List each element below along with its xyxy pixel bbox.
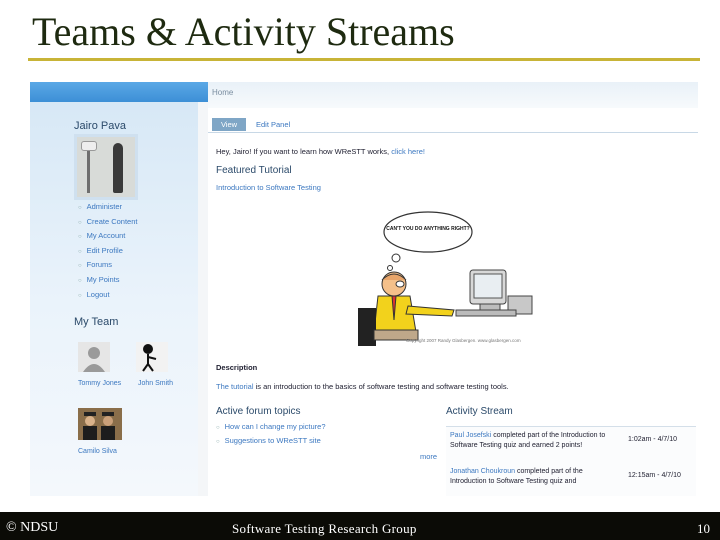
forum-topic-link[interactable]: ○ Suggestions to WReSTT site bbox=[216, 434, 326, 448]
activity-timestamp: 1:02am - 4/7/10 bbox=[628, 436, 678, 443]
team-member-name[interactable]: Tommy Jones bbox=[78, 380, 121, 387]
bullet-icon: ○ bbox=[78, 248, 82, 255]
profile-avatar[interactable] bbox=[74, 134, 138, 200]
bullet-icon: ○ bbox=[78, 205, 82, 211]
bullet-icon: ○ bbox=[216, 438, 220, 445]
forum-topic-label: How can I change my picture? bbox=[224, 422, 326, 431]
welcome-text: Hey, Jairo! If you want to learn how WRe… bbox=[216, 147, 390, 156]
activity-entry: Jonathan Choukroun completed part of the… bbox=[450, 467, 620, 487]
slide-page-number: 10 bbox=[697, 521, 710, 536]
cartoon-image: CAN'T YOU DO ANYTHING RIGHT? bbox=[358, 211, 533, 346]
forum-topics-heading: Active forum topics bbox=[216, 406, 301, 417]
tutorial-link[interactable]: The tutorial bbox=[216, 382, 254, 391]
team-member-name[interactable]: Camilo Silva bbox=[78, 448, 117, 455]
bullet-icon: ○ bbox=[216, 425, 220, 431]
main-content: Home View Edit Panel Hey, Jairo! If you … bbox=[208, 82, 698, 496]
team-member-name[interactable]: John Smith bbox=[138, 380, 173, 387]
activity-entry: Paul Josefski completed part of the Intr… bbox=[450, 431, 620, 451]
profile-user-name: Jairo Pava bbox=[74, 120, 126, 132]
lamp-shape bbox=[81, 141, 97, 193]
person-shape bbox=[113, 143, 123, 193]
description-heading: Description bbox=[216, 363, 258, 372]
more-link[interactable]: more bbox=[420, 452, 437, 461]
stick-figure-icon bbox=[136, 342, 168, 372]
slide-title: Teams & Activity Streams bbox=[32, 9, 455, 54]
team-member-avatar[interactable] bbox=[78, 342, 122, 374]
click-here-link[interactable]: click here! bbox=[391, 147, 425, 156]
menu-item-label: Edit Profile bbox=[86, 245, 123, 255]
activity-timestamp: 12:15am - 4/7/10 bbox=[628, 472, 681, 479]
menu-item-label: Logout bbox=[86, 289, 110, 299]
tab-view[interactable]: View bbox=[212, 118, 246, 131]
description-body: is an introduction to the basics of soft… bbox=[255, 382, 509, 391]
breadcrumb-bar bbox=[208, 82, 698, 108]
menu-item-create-content[interactable]: ○ Create Content bbox=[78, 215, 138, 230]
bullet-icon: ○ bbox=[78, 263, 82, 270]
menu-item-administer[interactable]: ○ Administer bbox=[78, 200, 138, 215]
my-team-heading: My Team bbox=[74, 316, 119, 328]
menu-item-forums[interactable]: ○ Forums bbox=[78, 258, 138, 273]
welcome-message: Hey, Jairo! If you want to learn how WRe… bbox=[216, 147, 425, 156]
team-member-avatar[interactable] bbox=[136, 342, 180, 374]
activity-user-link[interactable]: Paul Josefski bbox=[450, 432, 491, 439]
cartoon-thought-text: CAN'T YOU DO ANYTHING RIGHT? bbox=[386, 226, 469, 232]
tab-edit-panel[interactable]: Edit Panel bbox=[256, 120, 290, 129]
default-user-icon bbox=[78, 342, 110, 372]
menu-item-edit-profile[interactable]: ○ Edit Profile bbox=[78, 244, 138, 259]
footer-group-name: Software Testing Research Group bbox=[232, 521, 417, 536]
slide-footer: © NDSU Software Testing Research Group 1… bbox=[0, 512, 720, 540]
footer-copyright: © NDSU bbox=[6, 520, 59, 535]
title-underline bbox=[28, 58, 700, 61]
bullet-icon: ○ bbox=[78, 234, 82, 241]
bullet-icon: ○ bbox=[78, 292, 82, 299]
forum-topics-list: ○ How can I change my picture? ○ Suggestio… bbox=[216, 420, 326, 447]
tab-divider bbox=[208, 132, 698, 133]
activity-stream: Paul Josefski completed part of the Intr… bbox=[446, 426, 696, 496]
description-text: The tutorial is an introduction to the b… bbox=[216, 382, 509, 391]
forum-topic-link[interactable]: ○ How can I change my picture? bbox=[216, 420, 326, 434]
menu-item-my-account[interactable]: ○ My Account bbox=[78, 229, 138, 244]
team-member-avatar[interactable] bbox=[78, 408, 122, 440]
graduation-photo-icon bbox=[78, 408, 122, 440]
forum-topic-label: Suggestions to WReSTT site bbox=[224, 435, 321, 445]
activity-user-link[interactable]: Jonathan Choukroun bbox=[450, 468, 515, 475]
menu-item-label: Create Content bbox=[86, 216, 138, 226]
menu-item-label: My Account bbox=[86, 231, 126, 241]
breadcrumb[interactable]: Home bbox=[212, 88, 233, 97]
menu-item-my-points[interactable]: ○ My Points bbox=[78, 273, 138, 288]
user-menu: ○ Administer ○ Create Content ○ My Account … bbox=[78, 200, 138, 302]
menu-item-logout[interactable]: ○ Logout bbox=[78, 288, 138, 303]
menu-item-label: Administer bbox=[86, 202, 123, 211]
menu-item-label: My Points bbox=[86, 274, 120, 284]
wrestt-screenshot: Jairo Pava ○ Administer ○ Create Content ○… bbox=[30, 82, 698, 496]
activity-stream-heading: Activity Stream bbox=[446, 406, 513, 417]
featured-tutorial-link[interactable]: Introduction to Software Testing bbox=[216, 183, 321, 192]
featured-tutorial-heading: Featured Tutorial bbox=[216, 165, 292, 176]
bullet-icon: ○ bbox=[78, 277, 82, 284]
cartoon-copyright: Copyright 2007 Randy Glasbergen. www.gla… bbox=[406, 338, 521, 343]
menu-item-label: Forums bbox=[86, 260, 113, 270]
bullet-icon: ○ bbox=[78, 219, 82, 226]
